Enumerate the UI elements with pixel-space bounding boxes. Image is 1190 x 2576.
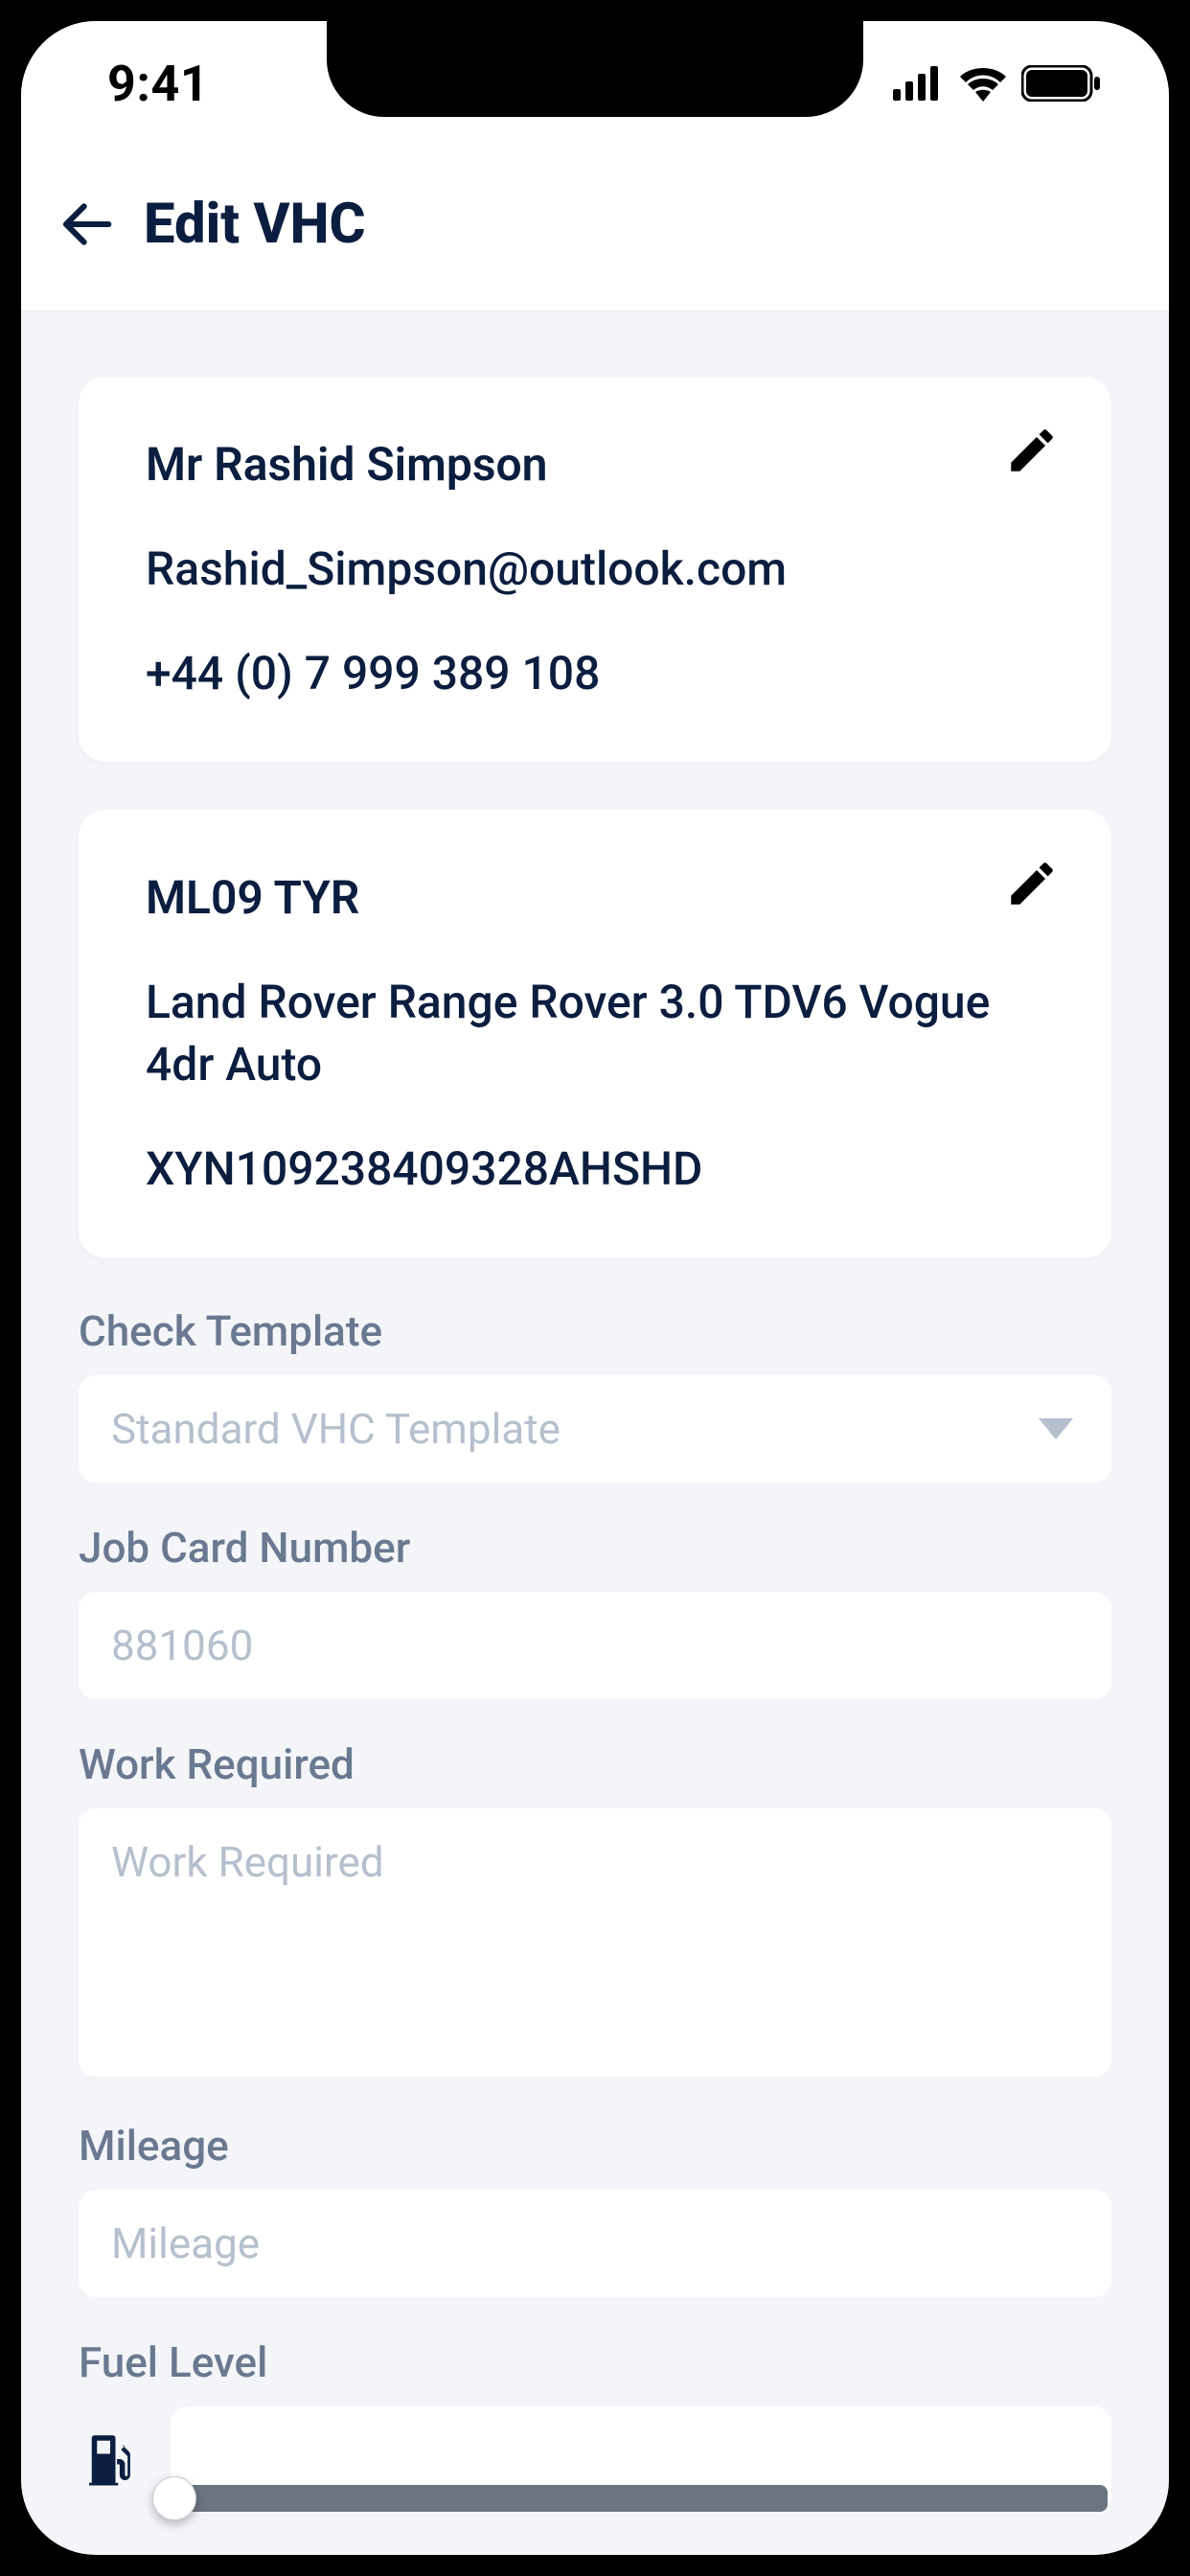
- fuel-pump-icon: [79, 2427, 142, 2491]
- page-header: Edit VHC: [21, 146, 1169, 311]
- customer-card: Mr Rashid Simpson Rashid_Simpson@outlook…: [79, 377, 1111, 762]
- vehicle-card: ML09 TYR Land Rover Range Rover 3.0 TDV6…: [79, 810, 1111, 1257]
- mileage-input[interactable]: [79, 2190, 1111, 2297]
- page-content: Mr Rashid Simpson Rashid_Simpson@outlook…: [21, 311, 1169, 2576]
- check-template-label: Check Template: [79, 1306, 1111, 1356]
- fuel-level-slider[interactable]: [171, 2406, 1111, 2512]
- mileage-field: Mileage: [79, 2121, 1111, 2297]
- wifi-icon: [958, 65, 1008, 102]
- check-template-select[interactable]: Standard VHC Template: [79, 1375, 1111, 1483]
- customer-phone: +44 (0) 7 999 389 108: [146, 643, 1044, 705]
- job-card-number-label: Job Card Number: [79, 1523, 1111, 1573]
- vehicle-vin: XYN109238409328AHSHD: [146, 1138, 1044, 1201]
- work-required-field: Work Required: [79, 1739, 1111, 2081]
- work-required-input[interactable]: [79, 1808, 1111, 2077]
- device-notch: [327, 21, 863, 117]
- back-arrow-icon[interactable]: [59, 197, 113, 251]
- job-card-number-input[interactable]: [79, 1592, 1111, 1699]
- cellular-signal-icon: [893, 66, 945, 101]
- job-card-number-field: Job Card Number: [79, 1523, 1111, 1699]
- customer-email: Rashid_Simpson@outlook.com: [146, 539, 1044, 601]
- page-title: Edit VHC: [144, 192, 366, 257]
- work-required-label: Work Required: [79, 1739, 1111, 1789]
- fuel-level-field: Fuel Level: [79, 2337, 1111, 2512]
- vehicle-description: Land Rover Range Rover 3.0 TDV6 Vogue 4d…: [146, 972, 1044, 1096]
- status-time: 9:41: [107, 55, 209, 113]
- customer-name: Mr Rashid Simpson: [146, 434, 1044, 496]
- vehicle-registration: ML09 TYR: [146, 867, 1044, 930]
- check-template-field: Check Template Standard VHC Template: [79, 1306, 1111, 1483]
- chevron-down-icon: [1039, 1418, 1073, 1439]
- status-indicators: [893, 65, 1102, 102]
- fuel-level-label: Fuel Level: [79, 2337, 1111, 2387]
- edit-vehicle-button[interactable]: [1004, 856, 1060, 911]
- mileage-label: Mileage: [79, 2121, 1111, 2171]
- check-template-value: Standard VHC Template: [79, 1375, 1111, 1483]
- edit-customer-button[interactable]: [1004, 423, 1060, 478]
- battery-icon: [1021, 65, 1102, 102]
- fuel-level-thumb[interactable]: [152, 2476, 196, 2520]
